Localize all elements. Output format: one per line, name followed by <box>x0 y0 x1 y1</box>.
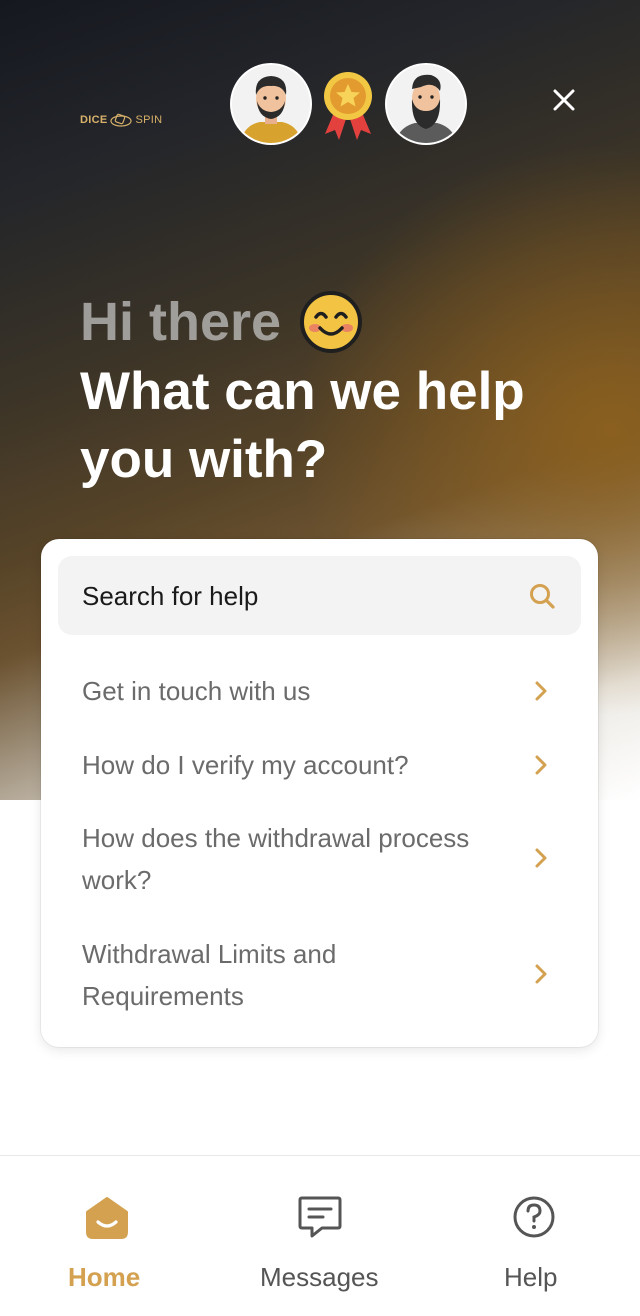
greeting: Hi there <box>80 290 363 354</box>
help-item-label: How does the withdrawal process work? <box>82 823 470 895</box>
smiling-face-emoji-icon <box>300 291 363 353</box>
tab-help[interactable]: Help <box>480 1156 590 1316</box>
messages-icon <box>298 1196 342 1238</box>
chevron-right-icon <box>535 755 547 775</box>
search-help-field[interactable]: Search for help <box>58 556 581 635</box>
agent-avatar-1 <box>232 65 310 143</box>
chevron-right-icon <box>535 964 547 984</box>
help-item-label: Withdrawal Limits and Requirements <box>82 939 337 1011</box>
tab-messages[interactable]: Messages <box>250 1156 390 1316</box>
help-item-verify-account[interactable]: How do I verify my account? <box>41 741 598 789</box>
tab-home[interactable]: Home <box>40 1156 174 1316</box>
logo-text-dice: DICE <box>80 114 108 126</box>
home-icon <box>86 1197 128 1239</box>
help-card: Search for help Get in touch with us How… <box>41 539 598 1047</box>
brand-logo: DICE SPIN <box>80 111 162 129</box>
agent-avatar-2 <box>387 65 465 143</box>
dice-icon <box>110 113 133 127</box>
support-team-avatars <box>231 64 467 146</box>
bottom-nav: Home Messages Help <box>0 1156 640 1316</box>
close-icon <box>553 89 575 111</box>
logo-text-spin: SPIN <box>135 114 163 126</box>
help-item-withdrawal-process[interactable]: How does the withdrawal process work? <box>41 815 598 905</box>
help-item-label: Get in touch with us <box>82 676 311 706</box>
search-icon[interactable] <box>528 582 556 610</box>
help-icon <box>513 1196 555 1238</box>
help-item-get-in-touch[interactable]: Get in touch with us <box>41 667 598 715</box>
help-item-withdrawal-limits[interactable]: Withdrawal Limits and Requirements <box>41 931 598 1021</box>
chevron-right-icon <box>535 848 547 868</box>
help-item-label: How do I verify my account? <box>82 750 409 780</box>
tab-home-label: Home <box>68 1262 141 1292</box>
tab-messages-label: Messages <box>260 1262 379 1292</box>
tab-help-label: Help <box>504 1262 558 1292</box>
greeting-text: Hi there <box>80 292 282 352</box>
page-headline: What can we help you with? <box>80 362 525 489</box>
award-badge-icon <box>324 72 372 140</box>
chevron-right-icon <box>535 681 547 701</box>
search-label: Search for help <box>82 581 259 611</box>
close-button[interactable] <box>546 82 582 118</box>
